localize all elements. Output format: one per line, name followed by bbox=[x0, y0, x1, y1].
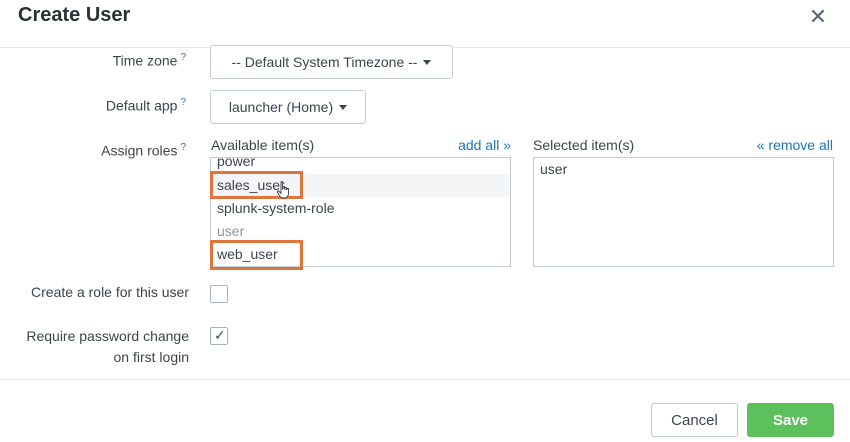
require-password-label: Require password change on first login bbox=[26, 326, 189, 368]
timezone-help-icon[interactable]: ? bbox=[180, 52, 186, 63]
require-password-label-line2: on first login bbox=[113, 349, 189, 365]
list-item-splunk-system-role[interactable]: splunk-system-role bbox=[217, 200, 334, 216]
hand-pointer-icon bbox=[276, 181, 290, 199]
list-item-power[interactable]: power bbox=[217, 158, 255, 169]
create-user-modal: Create User ✕ Time zone? -- Default Syst… bbox=[0, 0, 850, 442]
default-app-label-text: Default app bbox=[105, 97, 178, 114]
timezone-value: -- Default System Timezone -- bbox=[231, 54, 418, 70]
timezone-dropdown[interactable]: -- Default System Timezone -- bbox=[210, 45, 453, 79]
checkmark-icon: ✓ bbox=[214, 327, 226, 343]
create-role-label: Create a role for this user bbox=[31, 284, 189, 300]
add-all-link[interactable]: add all » bbox=[440, 137, 511, 153]
timezone-label-text: Time zone bbox=[112, 52, 178, 69]
require-password-label-line1: Require password change bbox=[26, 328, 189, 344]
assign-roles-label: Assign roles? bbox=[101, 142, 186, 159]
selected-items-header: Selected item(s) bbox=[533, 137, 635, 153]
remove-all-link[interactable]: « remove all bbox=[740, 137, 833, 153]
highlight-box-web-user bbox=[210, 240, 303, 270]
selected-items-list[interactable]: user bbox=[533, 157, 834, 267]
assign-roles-label-text: Assign roles bbox=[101, 142, 178, 159]
available-items-header: Available item(s) bbox=[211, 137, 315, 153]
caret-down-icon bbox=[423, 59, 432, 65]
default-app-help-icon[interactable]: ? bbox=[180, 97, 186, 108]
selected-item-user[interactable]: user bbox=[540, 161, 567, 177]
cancel-button[interactable]: Cancel bbox=[651, 403, 738, 437]
default-app-dropdown[interactable]: launcher (Home) bbox=[210, 90, 366, 124]
assign-roles-help-icon[interactable]: ? bbox=[180, 142, 186, 153]
default-app-label: Default app? bbox=[106, 97, 186, 114]
timezone-label: Time zone? bbox=[113, 52, 186, 69]
caret-down-icon bbox=[339, 104, 348, 110]
save-button[interactable]: Save bbox=[747, 403, 834, 437]
require-password-checkbox[interactable]: ✓ bbox=[210, 327, 228, 345]
close-icon[interactable]: ✕ bbox=[808, 6, 828, 28]
modal-footer: Cancel Save bbox=[0, 379, 850, 442]
create-role-checkbox[interactable] bbox=[210, 285, 228, 303]
list-item-user[interactable]: user bbox=[217, 223, 244, 239]
default-app-value: launcher (Home) bbox=[228, 99, 334, 115]
modal-header: Create User ✕ bbox=[0, 0, 850, 48]
modal-title: Create User bbox=[18, 4, 131, 26]
